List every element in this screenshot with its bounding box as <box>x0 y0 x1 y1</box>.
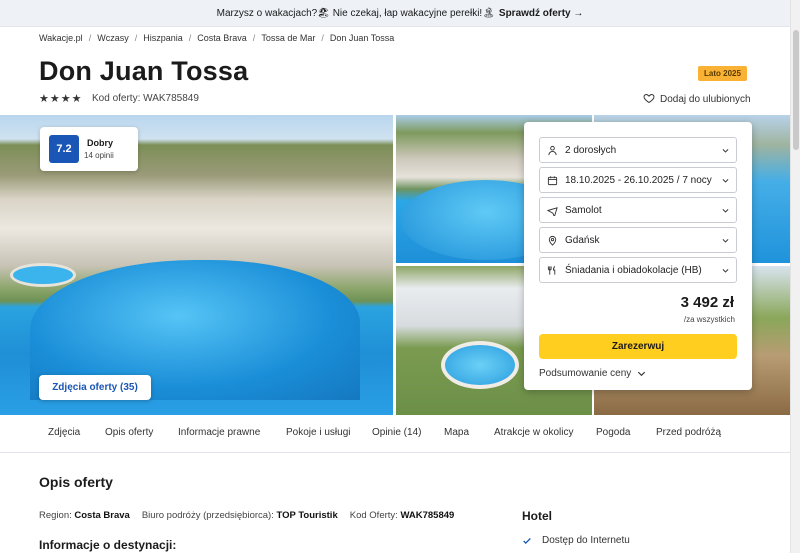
dates-value: 18.10.2025 - 26.10.2025 / 7 nocy <box>565 174 712 186</box>
tab-rooms-services[interactable]: Pokoje i usługi <box>286 427 350 438</box>
star-icon: ★ <box>60 93 71 105</box>
tab-photos[interactable]: Zdjęcia <box>48 427 80 438</box>
tab-before-travel[interactable]: Przed podróżą <box>656 427 721 438</box>
agency-detail: Biuro podróży (przedsiębiorca): TOP Tour… <box>142 510 338 521</box>
code-value: WAK785849 <box>400 510 455 521</box>
tab-weather[interactable]: Pogoda <box>596 427 630 438</box>
region-label: Region: <box>39 510 72 521</box>
person-icon <box>546 144 558 156</box>
add-to-favorites-button[interactable]: Dodaj do ulubionych <box>643 92 751 107</box>
breadcrumb-current: Don Juan Tossa <box>329 33 395 43</box>
chevron-down-icon <box>722 269 729 273</box>
tab-legal-info[interactable]: Informacje prawne <box>178 427 260 438</box>
amenity-label: Dostęp do Internetu <box>542 535 630 546</box>
promo-link[interactable]: Sprawdź oferty → <box>499 8 583 19</box>
tab-reviews[interactable]: Opinie (14) <box>372 427 421 438</box>
section-title: Opis oferty <box>39 474 113 490</box>
cutlery-icon <box>546 264 558 276</box>
hotel-stars: ★ ★ ★ ★ <box>39 92 82 105</box>
plane-icon <box>546 204 558 216</box>
departure-value: Gdańsk <box>565 234 600 246</box>
code-detail: Kod Oferty: WAK785849 <box>350 510 455 521</box>
breadcrumb-item[interactable]: Tossa de Mar <box>261 33 315 43</box>
scrollbar-thumb[interactable] <box>793 30 799 150</box>
offer-details: Region: Costa Brava Biuro podróży (przed… <box>39 510 454 521</box>
breadcrumb-item[interactable]: Hiszpania <box>143 33 183 43</box>
region-detail: Region: Costa Brava <box>39 510 130 521</box>
breadcrumb-item[interactable]: Wczasy <box>97 33 129 43</box>
total-price: 3 492 zł <box>680 294 734 311</box>
board-value: Śniadania i obiadokolacje (HB) <box>565 264 702 276</box>
chevron-down-icon <box>722 179 729 183</box>
chevron-down-icon <box>722 209 729 213</box>
code-label: Kod Oferty: <box>349 510 398 521</box>
season-badge: Lato 2025 <box>698 66 747 81</box>
page-title: Don Juan Tossa <box>39 56 249 86</box>
promo-text: Marzysz o wakacjach?🏖 Nie czekaj, łap wa… <box>216 7 495 19</box>
rating-count: 14 opinii <box>84 151 114 160</box>
region-value: Costa Brava <box>74 510 130 521</box>
heart-icon <box>643 92 655 107</box>
agency-value: TOP Touristik <box>276 510 338 521</box>
tab-attractions[interactable]: Atrakcje w okolicy <box>494 427 573 438</box>
price-note: /za wszystkich <box>683 315 735 324</box>
transport-select[interactable]: Samolot <box>539 197 737 223</box>
guests-value: 2 dorosłych <box>565 144 617 156</box>
chevron-down-icon <box>722 239 729 243</box>
transport-value: Samolot <box>565 204 602 216</box>
chevron-down-icon <box>638 371 646 377</box>
rating-card[interactable]: 7.2 Dobry 14 opinii <box>40 127 138 171</box>
departure-select[interactable]: Gdańsk <box>539 227 737 253</box>
destination-heading: Informacje o destynacji: <box>39 538 177 552</box>
rating-word: Dobry <box>87 138 114 148</box>
scrollbar[interactable] <box>790 0 800 553</box>
breadcrumb-separator: / <box>321 33 324 43</box>
rating-score: 7.2 <box>49 135 79 163</box>
amenity-item: Dostęp do Internetu <box>522 535 630 546</box>
booking-panel: 2 dorosłych 18.10.2025 - 26.10.2025 / 7 … <box>524 122 752 390</box>
section-tabs: Zdjęcia Opis oferty Informacje prawne Po… <box>0 415 790 453</box>
breadcrumb-separator: / <box>252 33 256 43</box>
breadcrumb-separator: / <box>188 33 192 43</box>
breadcrumb-separator: / <box>134 33 138 43</box>
breadcrumb-item[interactable]: Costa Brava <box>197 33 247 43</box>
price-summary-label: Podsumowanie ceny <box>539 368 632 379</box>
show-photos-button[interactable]: Zdjęcia oferty (35) <box>39 375 151 400</box>
star-icon: ★ <box>49 93 60 105</box>
tab-offer-description[interactable]: Opis oferty <box>105 427 153 438</box>
star-icon: ★ <box>39 93 49 105</box>
dates-select[interactable]: 18.10.2025 - 26.10.2025 / 7 nocy <box>539 167 737 193</box>
check-icon <box>523 537 531 544</box>
breadcrumb-item[interactable]: Wakacje.pl <box>39 33 83 43</box>
breadcrumb: Wakacje.pl / Wczasy / Hiszpania / Costa Bra… <box>39 33 394 43</box>
calendar-icon <box>546 174 558 186</box>
favorite-label: Dodaj do ulubionych <box>660 94 751 105</box>
guests-select[interactable]: 2 dorosłych <box>539 137 737 163</box>
reserve-button[interactable]: Zarezerwuj <box>539 334 737 359</box>
promo-banner[interactable]: Marzysz o wakacjach?🏖 Nie czekaj, łap wa… <box>0 0 800 27</box>
hotel-heading: Hotel <box>522 509 552 523</box>
agency-label: Biuro podróży (przedsiębiorca): <box>141 510 274 521</box>
board-select[interactable]: Śniadania i obiadokolacje (HB) <box>539 257 737 283</box>
chevron-down-icon <box>722 149 729 153</box>
breadcrumb-separator: / <box>88 33 92 43</box>
star-icon: ★ <box>71 93 82 105</box>
price-summary-toggle[interactable]: Podsumowanie ceny <box>539 368 647 379</box>
tab-map[interactable]: Mapa <box>444 427 469 438</box>
location-pin-icon <box>546 234 558 246</box>
offer-code: Kod oferty: WAK785849 <box>92 93 199 104</box>
